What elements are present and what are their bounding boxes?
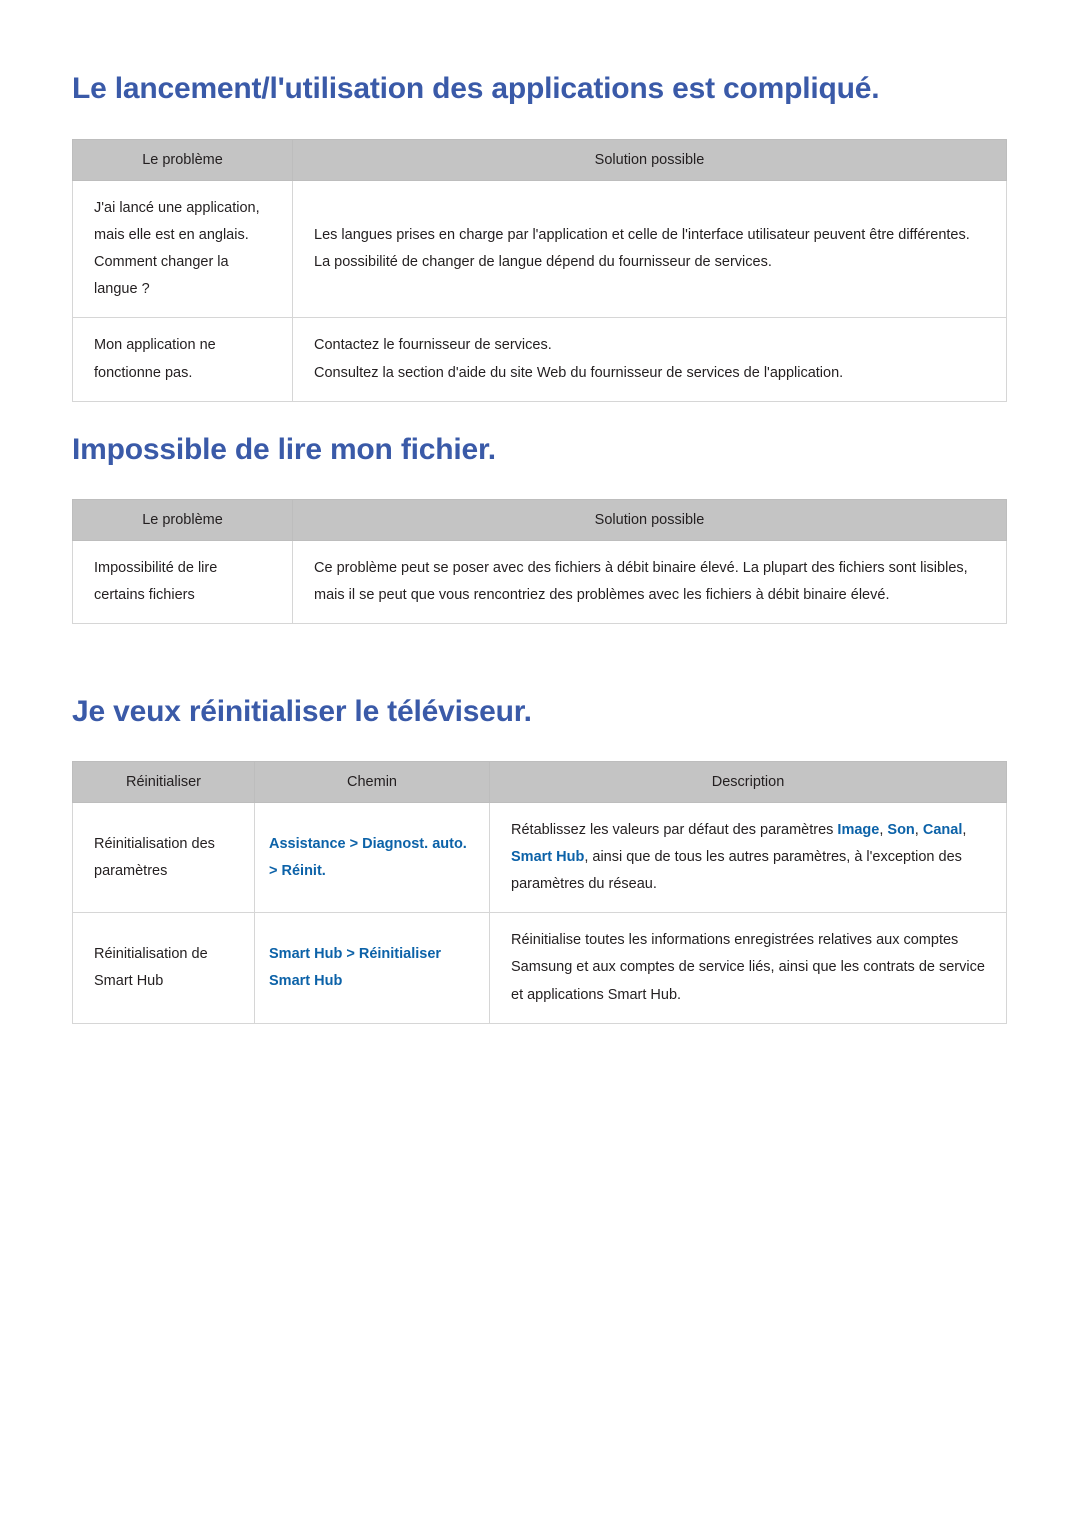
text-run: Rétablissez les valeurs par défaut des p…	[511, 822, 838, 838]
menu-path-item: Smart Hub	[269, 945, 343, 962]
cell-reset-name: Réinitialisation de Smart Hub	[72, 912, 255, 1024]
table-header-row: Le problème Solution possible	[72, 499, 1007, 541]
text-run: Réinitialise toutes les informations enr…	[511, 932, 985, 1003]
cell-description: Réinitialise toutes les informations enr…	[489, 912, 1007, 1024]
column-header-solution: Solution possible	[292, 139, 1007, 181]
setting-term: Son	[887, 822, 915, 838]
solution-line: Consultez la section d'aide du site Web …	[314, 364, 844, 381]
text-run: ,	[914, 822, 923, 838]
table-header-row: Réinitialiser Chemin Description	[72, 761, 1007, 803]
table-applications: Le problème Solution possible J'ai lancé…	[72, 139, 1007, 402]
table-row: J'ai lancé une application, mais elle es…	[72, 179, 1007, 319]
table-row: Réinitialisation des paramètres Assistan…	[72, 801, 1007, 914]
solution-line: Contactez le fournisseur de services.	[314, 337, 552, 354]
table-row: Réinitialisation de Smart Hub Smart Hub …	[72, 912, 1007, 1024]
cell-reset-name: Réinitialisation des paramètres	[72, 801, 255, 914]
column-header-reset: Réinitialiser	[72, 761, 255, 803]
column-header-problem: Le problème	[72, 499, 293, 541]
column-header-solution: Solution possible	[292, 499, 1007, 541]
cell-solution: Ce problème peut se poser avec des fichi…	[292, 539, 1007, 625]
section-heading-reset: Je veux réinitialiser le téléviseur.	[72, 695, 532, 728]
cell-problem: J'ai lancé une application, mais elle es…	[72, 179, 293, 319]
menu-path-item: Assistance	[269, 835, 346, 852]
cell-description: Rétablissez les valeurs par défaut des p…	[489, 801, 1007, 914]
column-header-problem: Le problème	[72, 139, 293, 181]
table-header-row: Le problème Solution possible	[72, 139, 1007, 181]
section-heading-file: Impossible de lire mon fichier.	[72, 433, 496, 466]
menu-path-item: Diagnost. auto.	[362, 835, 467, 852]
path-separator: >	[342, 945, 359, 962]
solution-line: Ce problème peut se poser avec des fichi…	[314, 560, 968, 604]
cell-problem: Impossibilité de lire certains fichiers	[72, 539, 293, 625]
table-row: Mon application ne fonctionne pas. Conta…	[72, 317, 1007, 402]
cell-problem: Mon application ne fonctionne pas.	[72, 317, 293, 402]
path-separator: >	[269, 862, 282, 879]
document-page: Le lancement/l'utilisation des applicati…	[0, 0, 1080, 1527]
setting-term: Image	[837, 822, 880, 838]
cell-menu-path: Assistance > Diagnost. auto. > Réinit.	[254, 801, 490, 914]
table-reset: Réinitialiser Chemin Description Réiniti…	[72, 761, 1007, 1024]
section-heading-apps: Le lancement/l'utilisation des applicati…	[72, 72, 880, 105]
setting-term: Smart Hub	[511, 849, 585, 866]
table-file-playback: Le problème Solution possible Impossibil…	[72, 499, 1007, 625]
setting-term: Canal	[922, 822, 963, 838]
path-separator: >	[345, 835, 363, 852]
column-header-description: Description	[489, 761, 1007, 803]
cell-solution: Contactez le fournisseur de services. Co…	[292, 317, 1007, 402]
table-row: Impossibilité de lire certains fichiers …	[72, 539, 1007, 625]
column-header-path: Chemin	[254, 761, 490, 803]
text-run: ,	[962, 822, 967, 838]
solution-line: Les langues prises en charge par l'appli…	[314, 227, 970, 271]
cell-menu-path: Smart Hub > Réinitialiser Smart Hub	[254, 912, 490, 1024]
menu-path-item: Réinit.	[281, 862, 326, 879]
cell-solution: Les langues prises en charge par l'appli…	[292, 179, 1007, 319]
